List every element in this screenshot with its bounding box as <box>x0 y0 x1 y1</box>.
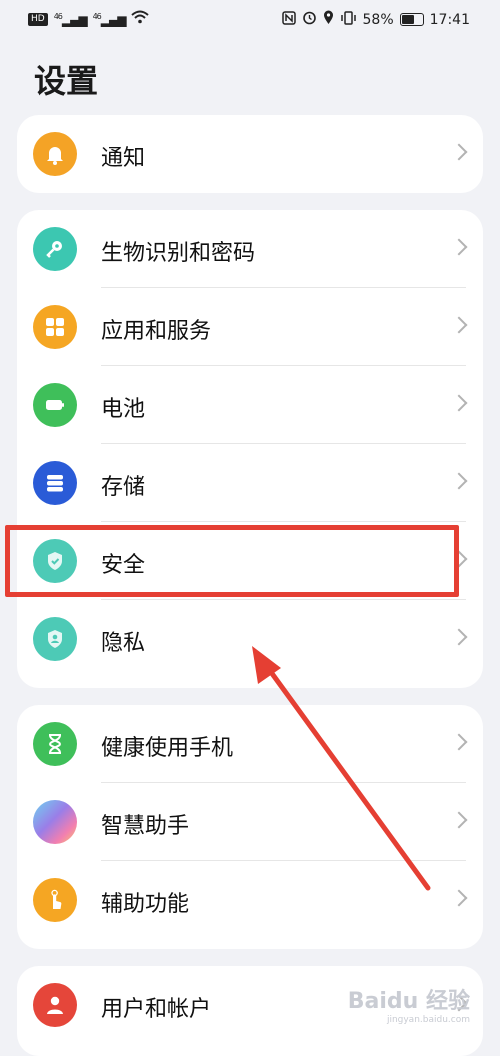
chevron-right-icon <box>450 238 468 256</box>
settings-group-2: 生物识别和密码 应用和服务 电池 存储 安全 隐私 <box>17 210 483 688</box>
hd-badge: HD <box>28 12 48 26</box>
settings-item-digital-balance[interactable]: 健康使用手机 <box>17 705 483 783</box>
page-title: 设置 <box>34 62 99 100</box>
item-label: 健康使用手机 <box>101 736 234 761</box>
vibrate-icon <box>340 10 357 29</box>
chevron-right-icon <box>450 472 468 490</box>
settings-item-battery[interactable]: 电池 <box>17 366 483 444</box>
chevron-right-icon <box>450 628 468 646</box>
chevron-right-icon <box>450 316 468 334</box>
battery-icon <box>399 13 424 26</box>
apps-icon <box>33 305 77 349</box>
item-label: 通知 <box>101 146 146 171</box>
user-icon <box>33 983 77 1027</box>
signal-icon: 46▂▄▆ <box>53 11 88 27</box>
chevron-right-icon <box>450 889 468 907</box>
item-label: 用户和帐户 <box>101 997 212 1022</box>
wifi-icon <box>131 10 150 28</box>
chevron-right-icon <box>450 811 468 829</box>
clock: 17:41 <box>429 11 470 28</box>
watermark: Baidu 经验 jingyan.baidu.com <box>347 989 470 1025</box>
key-icon <box>33 227 77 271</box>
assistant-icon <box>33 800 77 844</box>
status-left: HD 46▂▄▆ 46▂▄▆ <box>28 10 150 28</box>
alarm-icon <box>302 10 317 29</box>
item-label: 存储 <box>101 475 146 500</box>
privacy-icon <box>33 617 77 661</box>
settings-group-3: 健康使用手机 智慧助手 辅助功能 <box>17 705 483 949</box>
settings-group-1: 通知 <box>17 115 483 193</box>
chevron-right-icon <box>450 733 468 751</box>
signal-icon: 46▂▄▆ <box>92 11 127 27</box>
settings-item-apps[interactable]: 应用和服务 <box>17 288 483 366</box>
highlight-box <box>5 525 459 597</box>
item-label: 隐私 <box>101 631 146 656</box>
settings-item-storage[interactable]: 存储 <box>17 444 483 522</box>
nfc-icon <box>281 10 296 29</box>
hand-icon <box>33 878 77 922</box>
chevron-right-icon <box>450 143 468 161</box>
storage-icon <box>33 461 77 505</box>
settings-item-privacy[interactable]: 隐私 <box>17 600 483 678</box>
settings-item-accessibility[interactable]: 辅助功能 <box>17 861 483 939</box>
item-label: 智慧助手 <box>101 814 190 839</box>
item-label: 生物识别和密码 <box>101 241 256 266</box>
bell-icon <box>33 132 77 176</box>
item-label: 辅助功能 <box>101 892 190 917</box>
item-label: 应用和服务 <box>101 319 212 344</box>
hourglass-icon <box>33 722 77 766</box>
settings-item-notifications[interactable]: 通知 <box>17 115 483 193</box>
battery-percent: 58% <box>362 11 394 28</box>
chevron-right-icon <box>450 394 468 412</box>
item-label: 电池 <box>101 397 146 422</box>
settings-item-biometrics[interactable]: 生物识别和密码 <box>17 210 483 288</box>
location-icon <box>323 10 334 29</box>
status-bar: HD 46▂▄▆ 46▂▄▆ 58% 17:41 <box>0 0 500 38</box>
battery-icon <box>33 383 77 427</box>
status-right: 58% 17:41 <box>281 10 470 29</box>
settings-item-smart-assistant[interactable]: 智慧助手 <box>17 783 483 861</box>
